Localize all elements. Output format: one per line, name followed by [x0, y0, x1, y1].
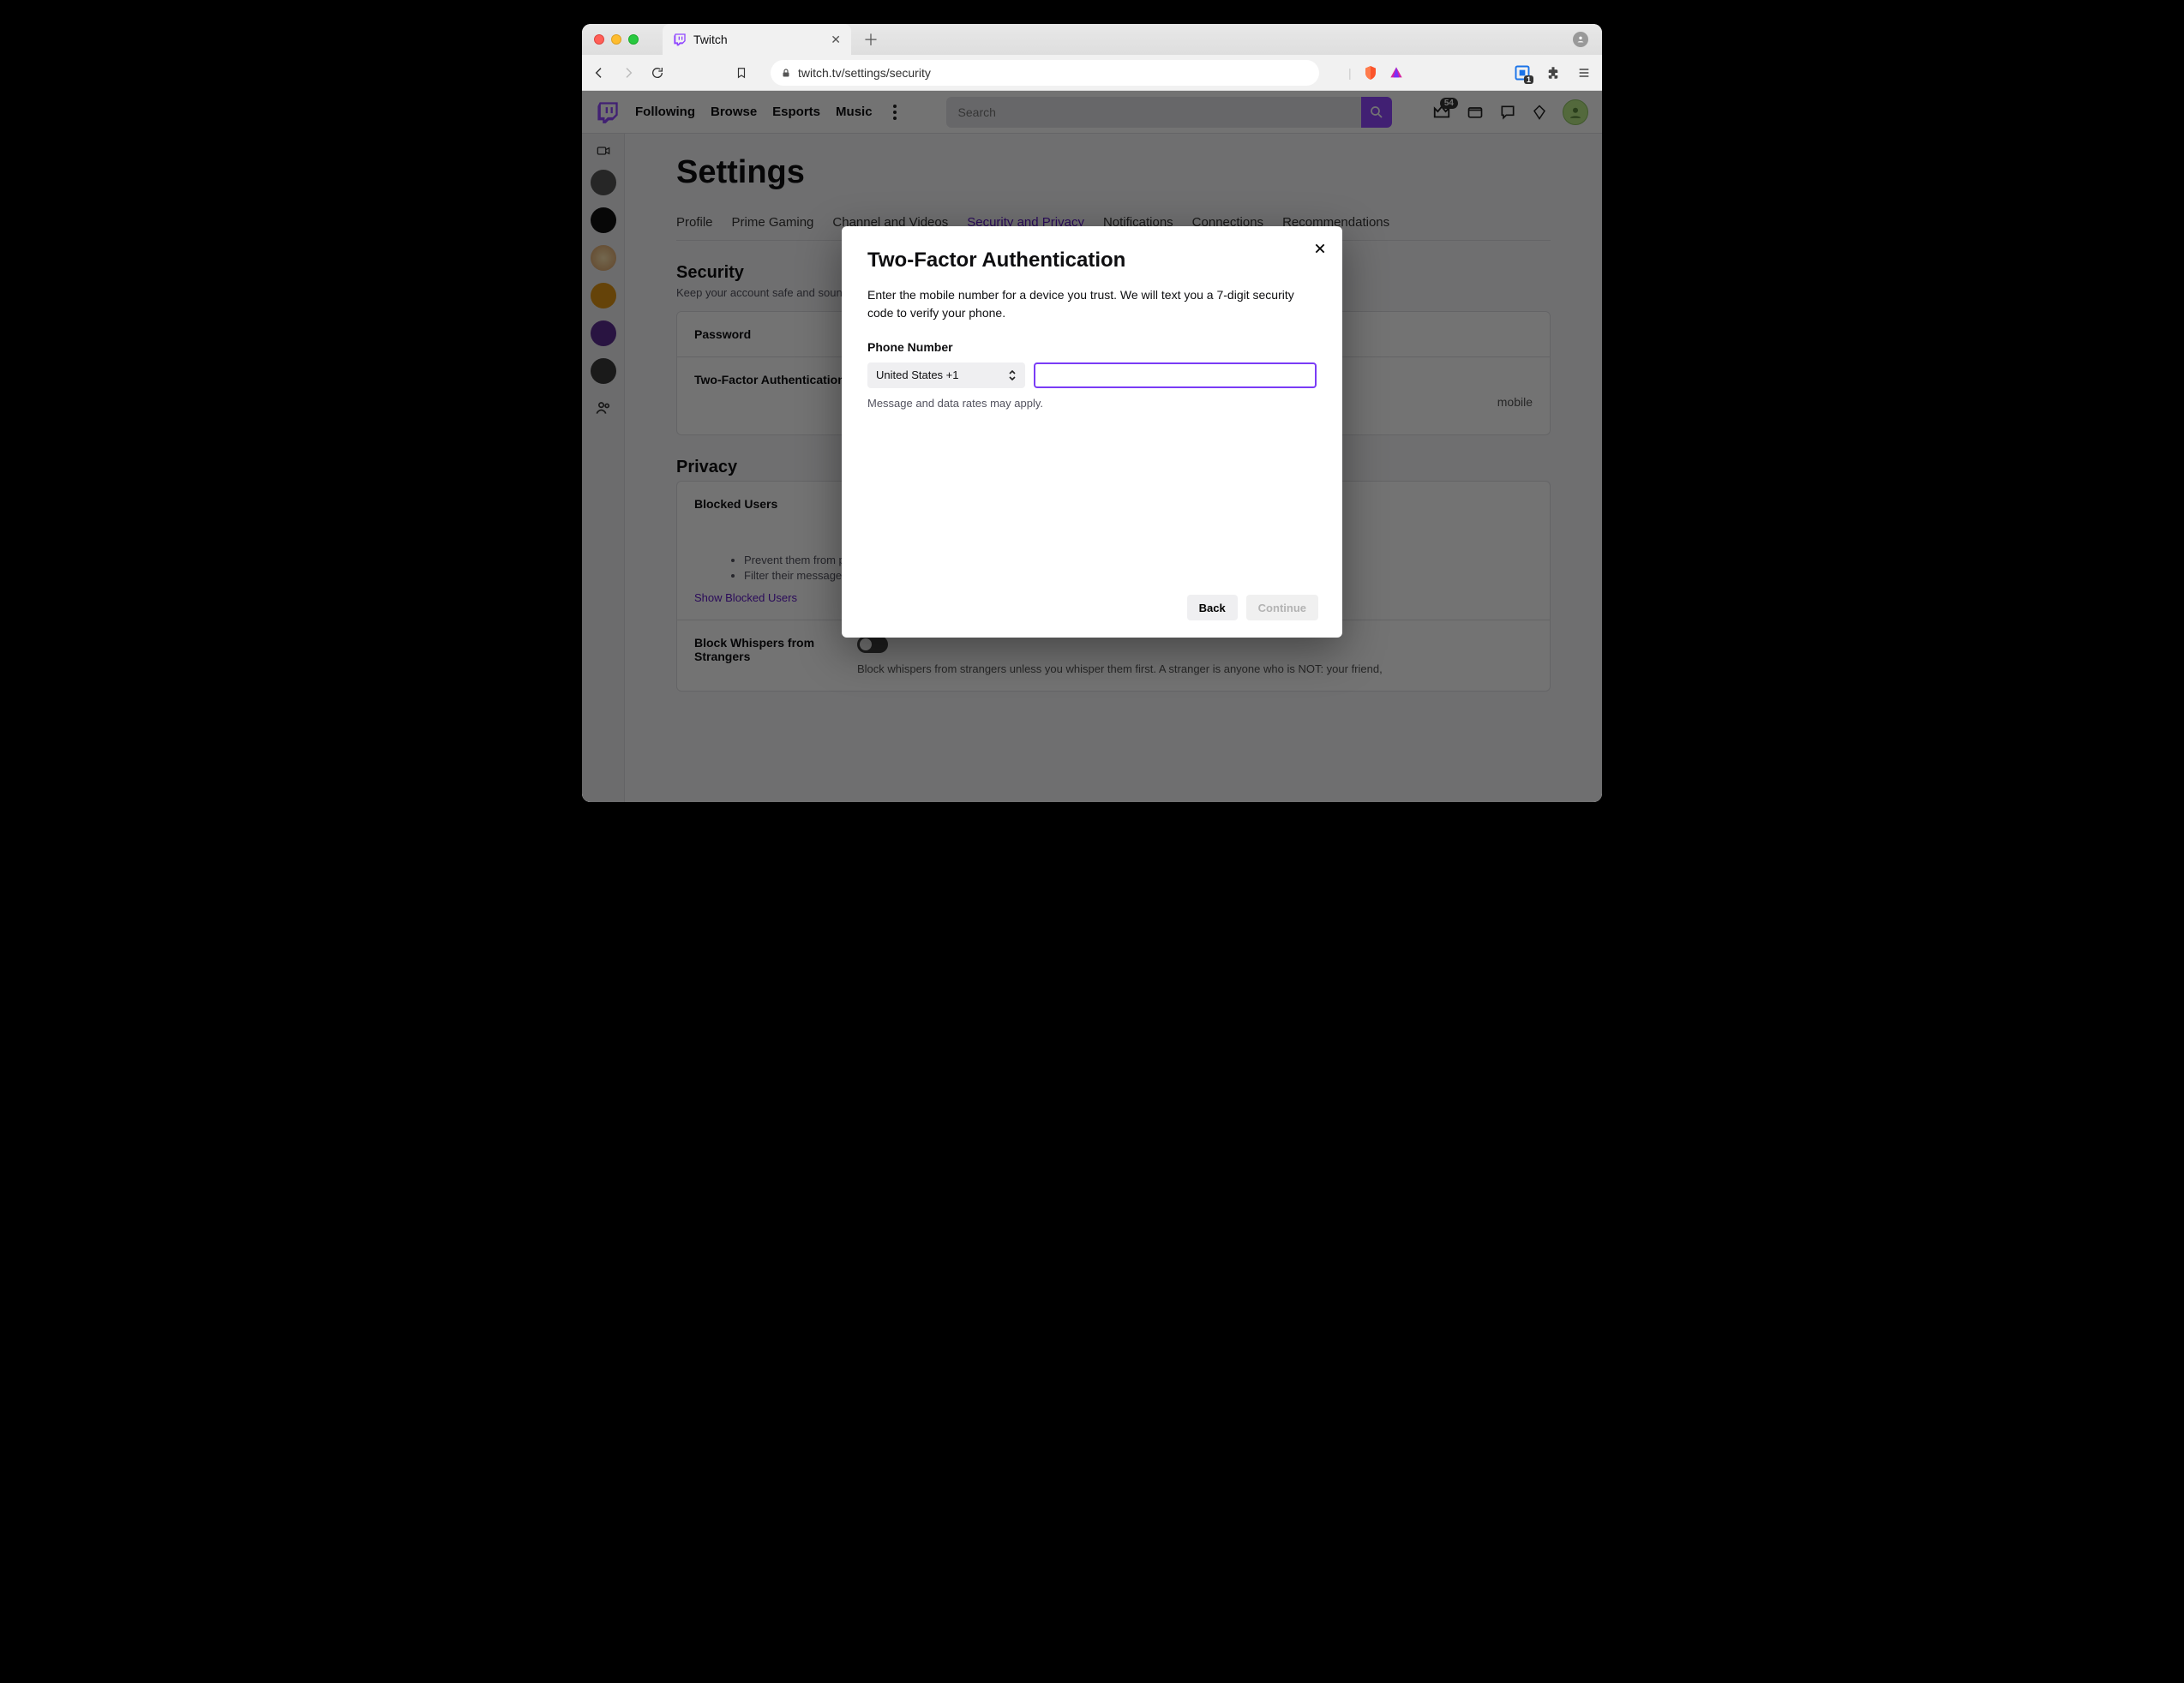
new-tab-button[interactable]: ＋ [861, 30, 880, 49]
phone-hint: Message and data rates may apply. [867, 397, 1317, 410]
modal-title: Two-Factor Authentication [867, 249, 1317, 273]
continue-button[interactable]: Continue [1246, 595, 1318, 620]
reload-button[interactable] [649, 64, 666, 81]
close-tab-button[interactable]: ✕ [831, 33, 841, 47]
country-selected: United States +1 [876, 368, 958, 381]
back-button[interactable] [591, 64, 608, 81]
titlebar: Twitch ✕ ＋ [582, 24, 1602, 55]
app-surface: Following Browse Esports Music Search 54 [582, 91, 1602, 802]
two-factor-modal: Two-Factor Authentication Enter the mobi… [842, 226, 1342, 638]
bookmark-button[interactable] [733, 64, 750, 81]
phone-label: Phone Number [867, 340, 1317, 354]
browser-toolbar: twitch.tv/settings/security | 1 [582, 55, 1602, 91]
maximize-window-button[interactable] [628, 34, 639, 45]
extension-icon[interactable]: 1 [1513, 63, 1532, 82]
country-code-select[interactable]: United States +1 [867, 362, 1025, 388]
app-menu-button[interactable] [1575, 63, 1593, 82]
chevron-updown-icon [1008, 369, 1017, 381]
profile-chip[interactable] [1573, 32, 1588, 47]
modal-description: Enter the mobile number for a device you… [867, 286, 1317, 321]
tab-title: Twitch [693, 33, 728, 46]
brave-shields-icon[interactable] [1364, 64, 1377, 81]
close-window-button[interactable] [594, 34, 604, 45]
lock-icon [781, 67, 791, 79]
browser-tab[interactable]: Twitch ✕ [663, 24, 851, 55]
address-bar[interactable]: twitch.tv/settings/security [771, 60, 1319, 86]
browser-window: Twitch ✕ ＋ twitch.tv/settings/security |… [582, 24, 1602, 802]
phone-number-input[interactable] [1034, 362, 1317, 388]
minimize-window-button[interactable] [611, 34, 621, 45]
back-button[interactable]: Back [1187, 595, 1238, 620]
twitch-favicon [673, 33, 687, 46]
window-controls [594, 34, 639, 45]
url-text: twitch.tv/settings/security [798, 66, 931, 80]
modal-close-button[interactable] [1310, 238, 1330, 259]
extensions-menu-icon[interactable] [1544, 63, 1563, 82]
forward-button[interactable] [620, 64, 637, 81]
brave-rewards-icon[interactable] [1389, 66, 1403, 80]
